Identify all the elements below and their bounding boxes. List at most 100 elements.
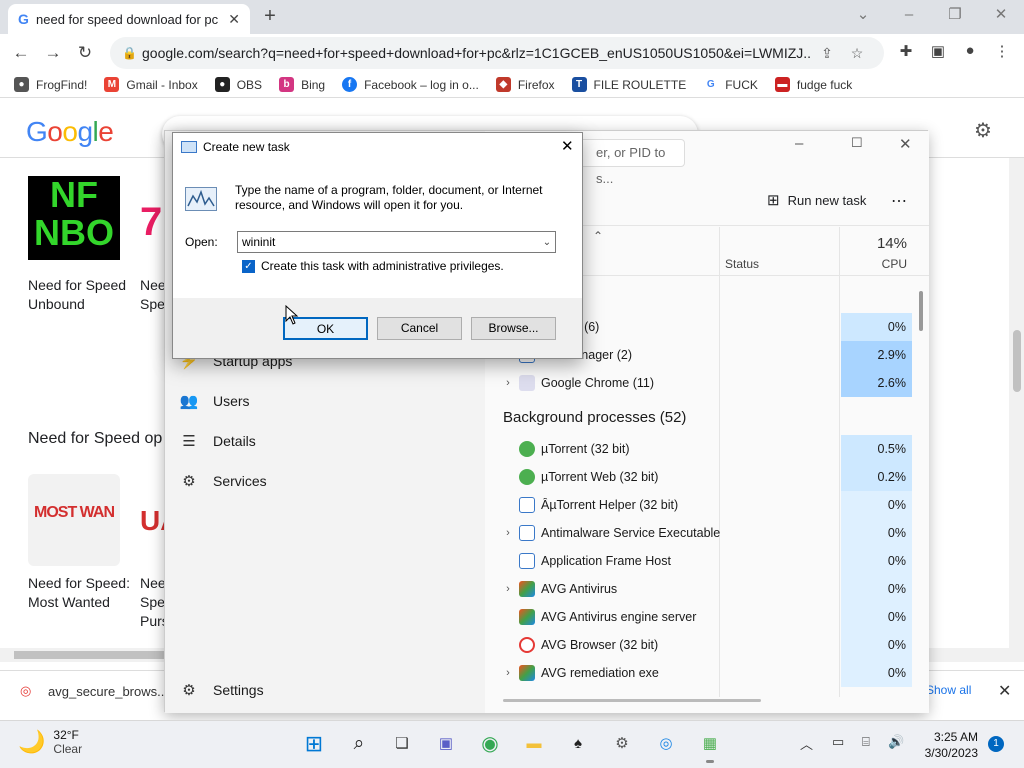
bookmark-star-icon[interactable]: ☆ [842,45,872,62]
bookmark-item[interactable]: b Bing [279,77,325,92]
admin-privileges-checkbox[interactable]: ✓ Create this task with administrative p… [242,259,504,273]
network-icon[interactable]: ⌸ [862,734,870,750]
run-program-icon [185,187,217,211]
nav-details[interactable]: ☰ Details [179,429,256,453]
process-row[interactable]: AVG Antivirus engine server 0% [485,603,929,631]
download-item[interactable]: ◎ avg_secure_brows.... [20,683,172,699]
clock[interactable]: 3:25 AM 3/30/2023 [918,729,978,761]
chrome-taskbar-icon[interactable]: ◉ [476,730,504,758]
dialog-close-icon[interactable]: ✕ [561,137,574,155]
page-vertical-scrollbar[interactable] [1009,158,1024,648]
close-window-button[interactable]: ✕ [899,135,912,153]
result-thumbnail[interactable]: NF NBO [28,176,120,260]
partial-result-title[interactable]: Nee Spe [140,276,164,314]
process-row[interactable]: µTorrent (32 bit) 0.5% [485,435,929,463]
cpu-total-percent: 14% [876,235,907,252]
bookmark-item[interactable]: ◆ Firefox [495,77,555,92]
maximize-button[interactable]: ☐ [851,135,863,151]
solitaire-icon[interactable]: ♠ [564,730,592,758]
show-hidden-icons-chevron-icon[interactable]: ︿ [800,734,813,753]
profile-avatar[interactable]: ● [958,42,982,64]
expand-chevron-icon[interactable]: › [497,583,519,595]
partial-thumbnail[interactable]: 7 [140,200,164,260]
reload-icon[interactable]: ↻ [70,38,100,68]
teams-chat-icon[interactable]: ▣ [432,730,460,758]
browser-tab[interactable]: G need for speed download for pc ✕ [8,4,250,34]
checkbox-checked-icon[interactable]: ✓ [242,259,255,273]
process-row[interactable]: › AVG Antivirus 0% [485,575,929,603]
nav-settings[interactable]: ⚙ Settings [179,678,263,702]
run-new-task-button[interactable]: ⊞ Run new task [767,191,866,209]
close-download-bar-icon[interactable]: ✕ [998,681,1011,701]
open-field-value[interactable]: wininit [242,235,539,249]
extensions-puzzle-icon[interactable]: ✚ [894,42,918,64]
tab-close-icon[interactable]: ✕ [228,11,240,28]
nav-services[interactable]: ⚙ Services [179,469,266,493]
bookmark-item[interactable]: M Gmail - Inbox [104,77,198,92]
partial-thumbnail[interactable]: UA [140,505,164,545]
process-row[interactable]: AVG Browser (32 bit) 0% [485,631,929,659]
start-windows-icon[interactable]: ⊞ [300,730,328,758]
sort-chevron-icon[interactable]: ⌃ [593,229,603,243]
result-title[interactable]: Need for Speed: Most Wanted [28,574,138,612]
tab-search-icon[interactable]: ⌄ [840,4,886,26]
show-all-button[interactable]: Show all [926,683,971,697]
process-row[interactable]: › Google Chrome (11) 2.6% [485,369,929,397]
browse-button[interactable]: Browse... [471,317,556,340]
nav-users[interactable]: 👥 Users [179,389,250,413]
chrome-menu-icon[interactable]: ⋮ [990,42,1014,64]
bookmark-item[interactable]: G FUCK [703,77,758,92]
open-combobox[interactable]: wininit ⌄ [237,231,556,253]
browser-taskbar-icon[interactable]: ◎ [652,730,680,758]
bookmark-item[interactable]: f Facebook – log in o... [342,77,479,92]
battery-icon[interactable]: ▭ [832,734,844,750]
expand-chevron-icon[interactable]: › [497,377,519,389]
notification-badge[interactable]: 1 [988,736,1004,752]
google-logo[interactable]: Google [26,116,114,148]
dropdown-chevron-icon[interactable]: ⌄ [539,237,555,248]
process-row[interactable]: › Antimalware Service Executable 0% [485,519,929,547]
cpu-column-header[interactable]: CPU [841,257,907,271]
share-icon[interactable]: ⇪ [812,45,842,62]
process-row[interactable]: Application Frame Host 0% [485,547,929,575]
bookmark-item[interactable]: ▬ fudge fuck [774,77,852,92]
settings-taskbar-icon[interactable]: ⚙ [608,730,636,758]
process-list-hscrollbar[interactable] [503,699,761,702]
process-row[interactable]: › AVG remediation exe 0% [485,659,929,687]
task-manager-taskbar-icon[interactable]: ▦ [696,730,724,758]
partial-result-title[interactable]: NeeSpePurs [140,574,164,631]
bookmark-item[interactable]: ● OBS [214,77,262,92]
weather-widget[interactable]: 🌙 32°F Clear [18,728,82,756]
settings-gear-icon[interactable]: ⚙ [974,118,992,143]
status-column-header[interactable]: Status [725,257,759,271]
bookmark-item[interactable]: ● FrogFind! [14,77,87,92]
side-panel-icon[interactable]: ▣ [926,42,950,64]
search-icon[interactable]: ⌕ [345,730,373,758]
address-bar[interactable]: 🔒 google.com/search?q=need+for+speed+dow… [110,37,884,69]
address-url[interactable]: google.com/search?q=need+for+speed+downl… [142,45,812,61]
task-view-icon[interactable]: ❏ [388,730,416,758]
expand-chevron-icon[interactable]: › [497,667,519,679]
volume-icon[interactable]: 🔊 [888,734,904,750]
dialog-footer: OK Cancel Browse... [173,298,582,358]
close-window-button[interactable]: ✕ [978,4,1024,26]
new-tab-button[interactable]: + [258,5,282,29]
process-row[interactable]: µTorrent Web (32 bit) 0.2% [485,463,929,491]
cancel-button[interactable]: Cancel [377,317,462,340]
avg-browser-icon: ◎ [20,683,32,698]
result-title[interactable]: Need for Speed Unbound [28,276,128,314]
minimize-button[interactable]: – [886,4,932,26]
process-row[interactable]: ÂµTorrent Helper (32 bit) 0% [485,491,929,519]
forward-arrow-icon[interactable]: → [38,38,68,68]
minimize-button[interactable]: – [795,135,803,152]
back-arrow-icon[interactable]: ← [6,38,36,68]
maximize-button[interactable]: ❐ [932,4,978,26]
expand-chevron-icon[interactable]: › [497,527,519,539]
bookmarks-bar: ● FrogFind! M Gmail - Inbox ● OBS b Bing f Fa… [0,72,1024,98]
lock-icon[interactable]: 🔒 [122,46,142,60]
result-thumbnail[interactable]: MOST WAN [28,474,120,566]
file-explorer-icon[interactable]: ▬ [520,730,548,758]
process-cpu: 0% [841,547,912,575]
bookmark-item[interactable]: T FILE ROULETTE [571,77,686,92]
more-options-icon[interactable]: ⋯ [891,191,907,211]
